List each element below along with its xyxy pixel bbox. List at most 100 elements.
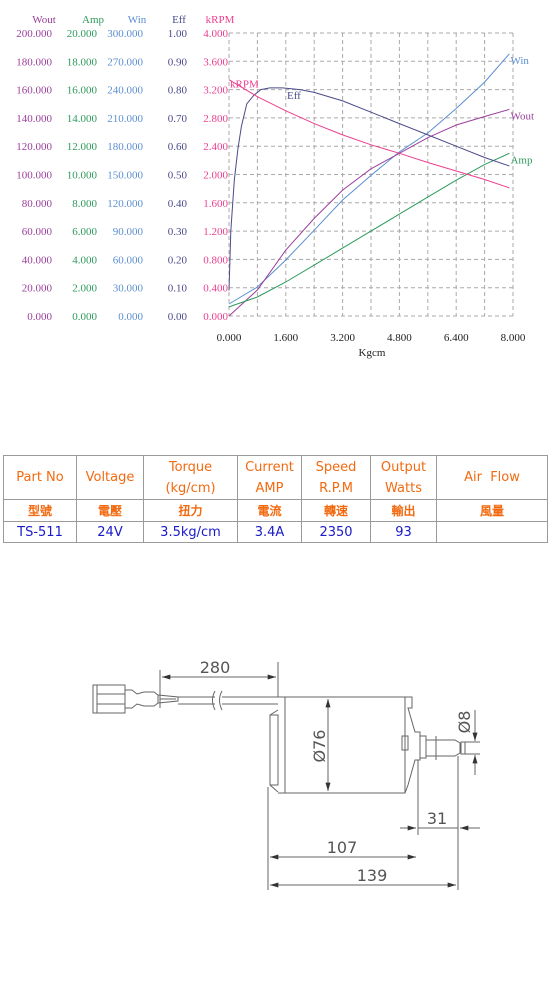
- axis-header-eff: Eff: [172, 14, 186, 26]
- y-tick-win: 180.000: [107, 141, 143, 153]
- y-tick-win: 270.000: [107, 56, 143, 68]
- header-torque: Torque (kg/cm): [143, 455, 238, 500]
- spec-value-row: TS-511 24V 3.5kg/cm 3.4A 2350 93: [3, 521, 548, 543]
- y-tick-amp: 16.000: [67, 85, 98, 97]
- series-lines: Win Wout Amp Eff kRPM: [228, 53, 534, 317]
- dim-body-diameter: Ø76: [310, 698, 331, 792]
- header-current: Current AMP: [237, 455, 302, 500]
- y-tick-wout: 80.000: [22, 198, 53, 210]
- motor-body: [269, 696, 466, 794]
- y-tick-amp: 20.000: [67, 28, 98, 40]
- axis-header-wout: Wout: [32, 14, 56, 26]
- y-tick-eff: 0.40: [168, 198, 188, 210]
- y-tick-wout: 180.000: [16, 56, 52, 68]
- y-tick-wout: 160.000: [16, 85, 52, 97]
- value-torque: 3.5kg/cm: [143, 521, 238, 543]
- x-tick: 4.800: [387, 332, 412, 344]
- y-tick-win: 300.000: [107, 28, 143, 40]
- y-tick-krpm: 3.600: [203, 56, 228, 68]
- value-speed: 2350: [301, 521, 371, 543]
- value-voltage: 24V: [76, 521, 144, 543]
- axis-header-krpm: kRPM: [206, 14, 235, 26]
- y-tick-wout: 0.000: [27, 311, 52, 323]
- y-tick-amp: 2.000: [72, 283, 97, 295]
- cn-header-speed: 轉速: [301, 499, 371, 522]
- motor-dimension-drawing: 280 Ø76 Ø8 31 107 139: [92, 658, 480, 890]
- y-tick-amp: 14.000: [67, 113, 98, 125]
- spec-table: Part No Voltage Torque (kg/cm) Current AMP…: [3, 455, 548, 543]
- axis-header-win: Win: [128, 14, 147, 26]
- cn-header-output: 輸出: [370, 499, 437, 522]
- y-tick-wout: 120.000: [16, 141, 52, 153]
- y-tick-krpm: 2.800: [203, 113, 228, 125]
- y-tick-krpm: 2.000: [203, 170, 228, 182]
- y-tick-eff: 0.90: [168, 56, 188, 68]
- y-tick-krpm: 0.000: [203, 311, 228, 323]
- y-tick-amp: 4.000: [72, 254, 97, 266]
- y-tick-eff: 0.20: [168, 254, 188, 266]
- y-tick-wout: 60.000: [22, 226, 53, 238]
- y-tick-wout: 20.000: [22, 283, 53, 295]
- y-tick-krpm: 4.000: [203, 28, 228, 40]
- y-tick-krpm: 0.400: [203, 283, 228, 295]
- series-label-win: Win: [510, 55, 529, 67]
- x-tick: 3.200: [330, 332, 355, 344]
- y-tick-amp: 8.000: [72, 198, 97, 210]
- body-diameter-label: Ø76: [310, 730, 329, 763]
- series-line-win: [228, 53, 510, 305]
- y-tick-amp: 10.000: [67, 170, 98, 182]
- series-label-amp: Amp: [510, 154, 533, 166]
- motor-performance-chart: Wout 0.000 20.000 40.000 60.000 80.000 100.000…: [16, 14, 534, 359]
- value-output: 93: [370, 521, 437, 543]
- x-tick: 8.000: [501, 332, 526, 344]
- y-tick-amp: 6.000: [72, 226, 97, 238]
- header-part-no: Part No: [3, 455, 77, 500]
- axis-header-amp: Amp: [82, 14, 105, 26]
- shaft-diameter-label: Ø8: [455, 711, 474, 734]
- y-tick-krpm: 3.200: [203, 85, 228, 97]
- y-tick-eff: 0.70: [168, 113, 188, 125]
- cn-header-torque: 扭力: [143, 499, 238, 522]
- y-tick-eff: 0.50: [168, 170, 188, 182]
- y-tick-eff: 0.80: [168, 85, 188, 97]
- y-tick-wout: 100.000: [16, 170, 52, 182]
- y-tick-amp: 18.000: [67, 56, 98, 68]
- y-tick-krpm: 1.600: [203, 198, 228, 210]
- body-length-label: 107: [327, 838, 358, 857]
- cable: [178, 690, 278, 711]
- spec-chinese-header-row: 型號 電壓 扭力 電流 轉速 輸出 風量: [3, 499, 548, 522]
- header-speed: Speed R.P.M: [301, 455, 371, 500]
- cn-header-current: 電流: [237, 499, 302, 522]
- axis-labels: Wout 0.000 20.000 40.000 60.000 80.000 100.000…: [16, 14, 526, 344]
- x-axis-title: Kgcm: [359, 347, 386, 359]
- y-tick-wout: 40.000: [22, 254, 53, 266]
- cn-header-part-no: 型號: [3, 499, 77, 522]
- spec-header-row: Part No Voltage Torque (kg/cm) Current AMP…: [3, 455, 548, 500]
- y-tick-eff: 0.30: [168, 226, 188, 238]
- series-label-eff: Eff: [287, 90, 301, 102]
- header-air-flow: Air Flow: [436, 455, 548, 500]
- total-length-label: 139: [357, 866, 388, 885]
- y-tick-eff: 0.00: [168, 311, 188, 323]
- y-tick-win: 30.000: [113, 283, 144, 295]
- series-label-wout: Wout: [510, 110, 534, 122]
- y-tick-eff: 0.60: [168, 141, 188, 153]
- y-tick-eff: 1.00: [168, 28, 188, 40]
- y-tick-krpm: 2.400: [203, 141, 228, 153]
- cn-header-voltage: 電壓: [76, 499, 144, 522]
- dim-cable-length: 280: [159, 658, 279, 697]
- y-tick-win: 60.000: [113, 254, 144, 266]
- y-tick-win: 210.000: [107, 113, 143, 125]
- y-tick-krpm: 0.800: [203, 254, 228, 266]
- y-tick-win: 150.000: [107, 170, 143, 182]
- x-tick: 6.400: [444, 332, 469, 344]
- value-current: 3.4A: [237, 521, 302, 543]
- y-tick-amp: 12.000: [67, 141, 98, 153]
- series-label-krpm: kRPM: [230, 79, 259, 91]
- y-tick-win: 120.000: [107, 198, 143, 210]
- y-tick-wout: 140.000: [16, 113, 52, 125]
- header-voltage: Voltage: [76, 455, 144, 500]
- value-air-flow: [436, 521, 548, 543]
- y-tick-eff: 0.10: [168, 283, 188, 295]
- cable-length-label: 280: [200, 658, 231, 677]
